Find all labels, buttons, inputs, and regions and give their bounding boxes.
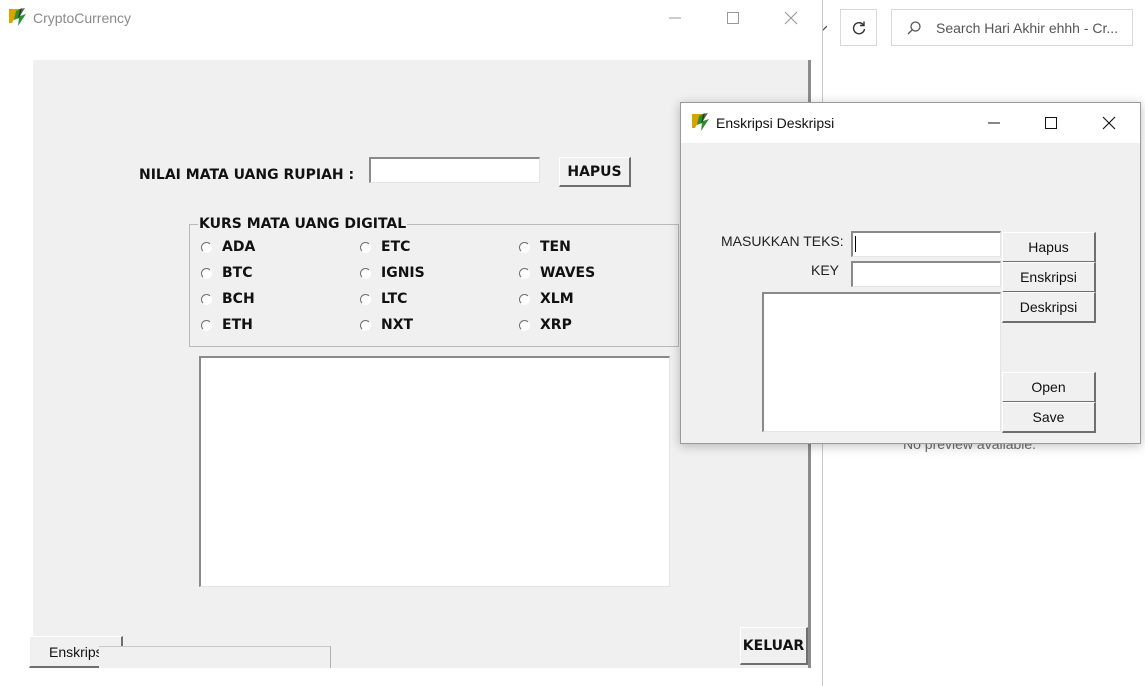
radio-circle — [360, 293, 371, 305]
kurs-groupbox — [189, 224, 679, 347]
delphi-app-icon — [8, 7, 30, 27]
rupiah-input[interactable] — [369, 157, 540, 183]
radio-etc[interactable]: ETC — [360, 239, 410, 255]
radio-circle — [201, 267, 212, 279]
search-icon — [892, 20, 936, 36]
groupbox-title: KURS MATA UANG DIGITAL — [198, 216, 408, 232]
radio-ten[interactable]: TEN — [519, 239, 571, 255]
save-button[interactable]: Save — [1002, 402, 1096, 433]
close-icon — [784, 11, 798, 25]
maximize-icon — [727, 12, 739, 24]
hapus-button[interactable]: Hapus — [1002, 232, 1096, 263]
keluar-button[interactable]: KELUAR — [740, 627, 808, 665]
minimize-icon — [988, 122, 1000, 124]
maximize-icon — [1045, 117, 1057, 129]
rupiah-label: NILAI MATA UANG RUPIAH : — [139, 167, 355, 183]
radio-circle — [360, 319, 371, 331]
radio-bch[interactable]: BCH — [201, 291, 255, 307]
radio-circle — [201, 241, 212, 253]
maximize-button[interactable] — [1028, 108, 1074, 138]
teks-input[interactable] — [851, 231, 1001, 257]
radio-circle — [519, 293, 530, 305]
refresh-button[interactable] — [840, 9, 877, 46]
close-button[interactable] — [768, 3, 814, 33]
search-box[interactable]: Search Hari Akhir ehhh - Cr... — [891, 9, 1133, 46]
key-label: KEY — [811, 262, 840, 278]
output-memo[interactable] — [199, 356, 670, 587]
radio-circle — [360, 241, 371, 253]
radio-circle — [519, 319, 530, 331]
text-caret — [855, 236, 856, 252]
hapus-button[interactable]: HAPUS — [559, 157, 631, 187]
radio-btc[interactable]: BTC — [201, 265, 253, 281]
radio-circle — [519, 241, 530, 253]
radio-xlm[interactable]: XLM — [519, 291, 574, 307]
radio-eth[interactable]: ETH — [201, 317, 253, 333]
radio-ada[interactable]: ADA — [201, 239, 255, 255]
minimize-button[interactable] — [652, 3, 698, 33]
close-icon — [1102, 116, 1116, 130]
radio-circle — [201, 319, 212, 331]
radio-nxt[interactable]: NXT — [360, 317, 413, 333]
delphi-app-icon — [691, 112, 713, 132]
refresh-icon — [852, 21, 865, 34]
maximize-button[interactable] — [710, 3, 756, 33]
radio-circle — [201, 293, 212, 305]
key-input[interactable] — [851, 261, 1001, 287]
window-title: Enskripsi Deskripsi — [716, 115, 835, 131]
radio-waves[interactable]: WAVES — [519, 265, 595, 281]
open-button[interactable]: Open — [1002, 372, 1096, 403]
radio-ignis[interactable]: IGNIS — [360, 265, 425, 281]
radio-ltc[interactable]: LTC — [360, 291, 407, 307]
minimize-icon — [669, 17, 681, 19]
teks-label: MASUKKAN TEKS: — [721, 233, 844, 249]
search-placeholder: Search Hari Akhir ehhh - Cr... — [936, 19, 1119, 36]
enc-output-memo[interactable] — [762, 292, 1001, 432]
enskripsi-deskripsi-window: Enskripsi Deskripsi MASUKKAN TEKS: KEY H… — [680, 102, 1141, 444]
window-title: CryptoCurrency — [33, 10, 132, 26]
enskripsi-button[interactable]: Enskripsi — [1002, 262, 1096, 293]
minimize-button[interactable] — [971, 108, 1017, 138]
deskripsi-button[interactable]: Deskripsi — [1002, 292, 1096, 323]
radio-xrp[interactable]: XRP — [519, 317, 572, 333]
close-button[interactable] — [1086, 108, 1132, 138]
overlapping-panel — [99, 646, 331, 668]
radio-circle — [519, 267, 530, 279]
radio-circle — [360, 267, 371, 279]
